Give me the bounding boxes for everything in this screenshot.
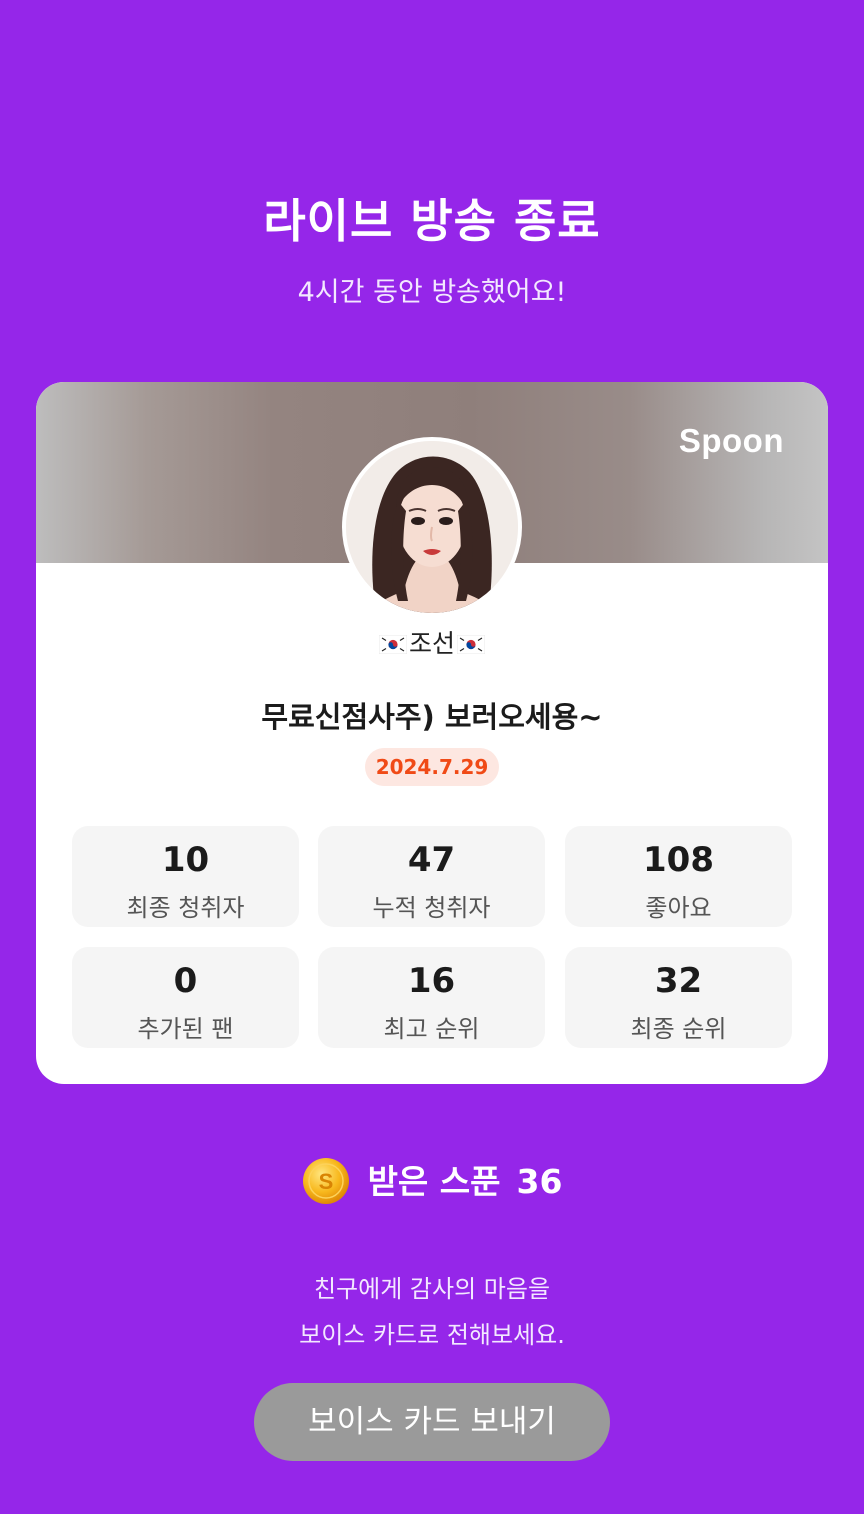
stat-value: 108 — [643, 840, 714, 880]
received-spoons: S 받은 스푼 36 — [0, 1155, 864, 1205]
stat-value: 32 — [654, 961, 703, 1001]
svg-text:S: S — [318, 1169, 333, 1194]
host-nickname: 조선 — [36, 624, 828, 660]
stat-total-listeners: 47 누적 청취자 — [318, 826, 545, 927]
stat-likes: 108 좋아요 — [565, 826, 792, 927]
message-line: 보이스 카드로 전해보세요. — [299, 1321, 565, 1349]
south-korea-flag-icon — [378, 631, 408, 655]
date-badge: 2024.7.29 — [365, 748, 499, 786]
stat-final-rank: 32 최종 순위 — [565, 947, 792, 1048]
spoon-coin-icon: S — [302, 1157, 350, 1205]
stat-value: 0 — [173, 961, 198, 1001]
stat-new-fans: 0 추가된 팬 — [72, 947, 299, 1048]
avatar — [342, 437, 522, 617]
spoon-logo: Spoon — [678, 422, 784, 459]
stat-value: 10 — [161, 840, 210, 880]
stat-final-listeners: 10 최종 청취자 — [72, 826, 299, 927]
live-title: 무료신점사주) 보러오세용~ — [261, 700, 603, 734]
spoons-label: 받은 스푼 — [367, 1162, 501, 1201]
stat-label: 누적 청취자 — [372, 894, 491, 922]
nickname-text: 조선 — [408, 629, 455, 658]
stat-label: 좋아요 — [645, 894, 712, 922]
broadcast-duration: 4시간 동안 방송했어요! — [297, 277, 567, 308]
stat-label: 최종 순위 — [630, 1015, 727, 1043]
broadcast-summary-card: Spoon 조선 무료신점사주) 보러오세용~ 2024.7.29 10 최종 … — [36, 382, 828, 1084]
stat-label: 최고 순위 — [383, 1015, 480, 1043]
south-korea-flag-icon — [456, 631, 486, 655]
spoons-count: 36 — [516, 1162, 563, 1201]
stat-value: 16 — [407, 961, 456, 1001]
message-line: 친구에게 감사의 마음을 — [313, 1275, 551, 1303]
stat-label: 최종 청취자 — [126, 894, 245, 922]
stat-label: 추가된 팬 — [137, 1015, 234, 1043]
thank-you-message: 친구에게 감사의 마음을 보이스 카드로 전해보세요. — [0, 1266, 864, 1358]
stat-value: 47 — [407, 840, 456, 880]
page-title: 라이브 방송 종료 — [263, 194, 601, 248]
stat-highest-rank: 16 최고 순위 — [318, 947, 545, 1048]
send-voice-card-button[interactable]: 보이스 카드 보내기 — [254, 1383, 610, 1461]
